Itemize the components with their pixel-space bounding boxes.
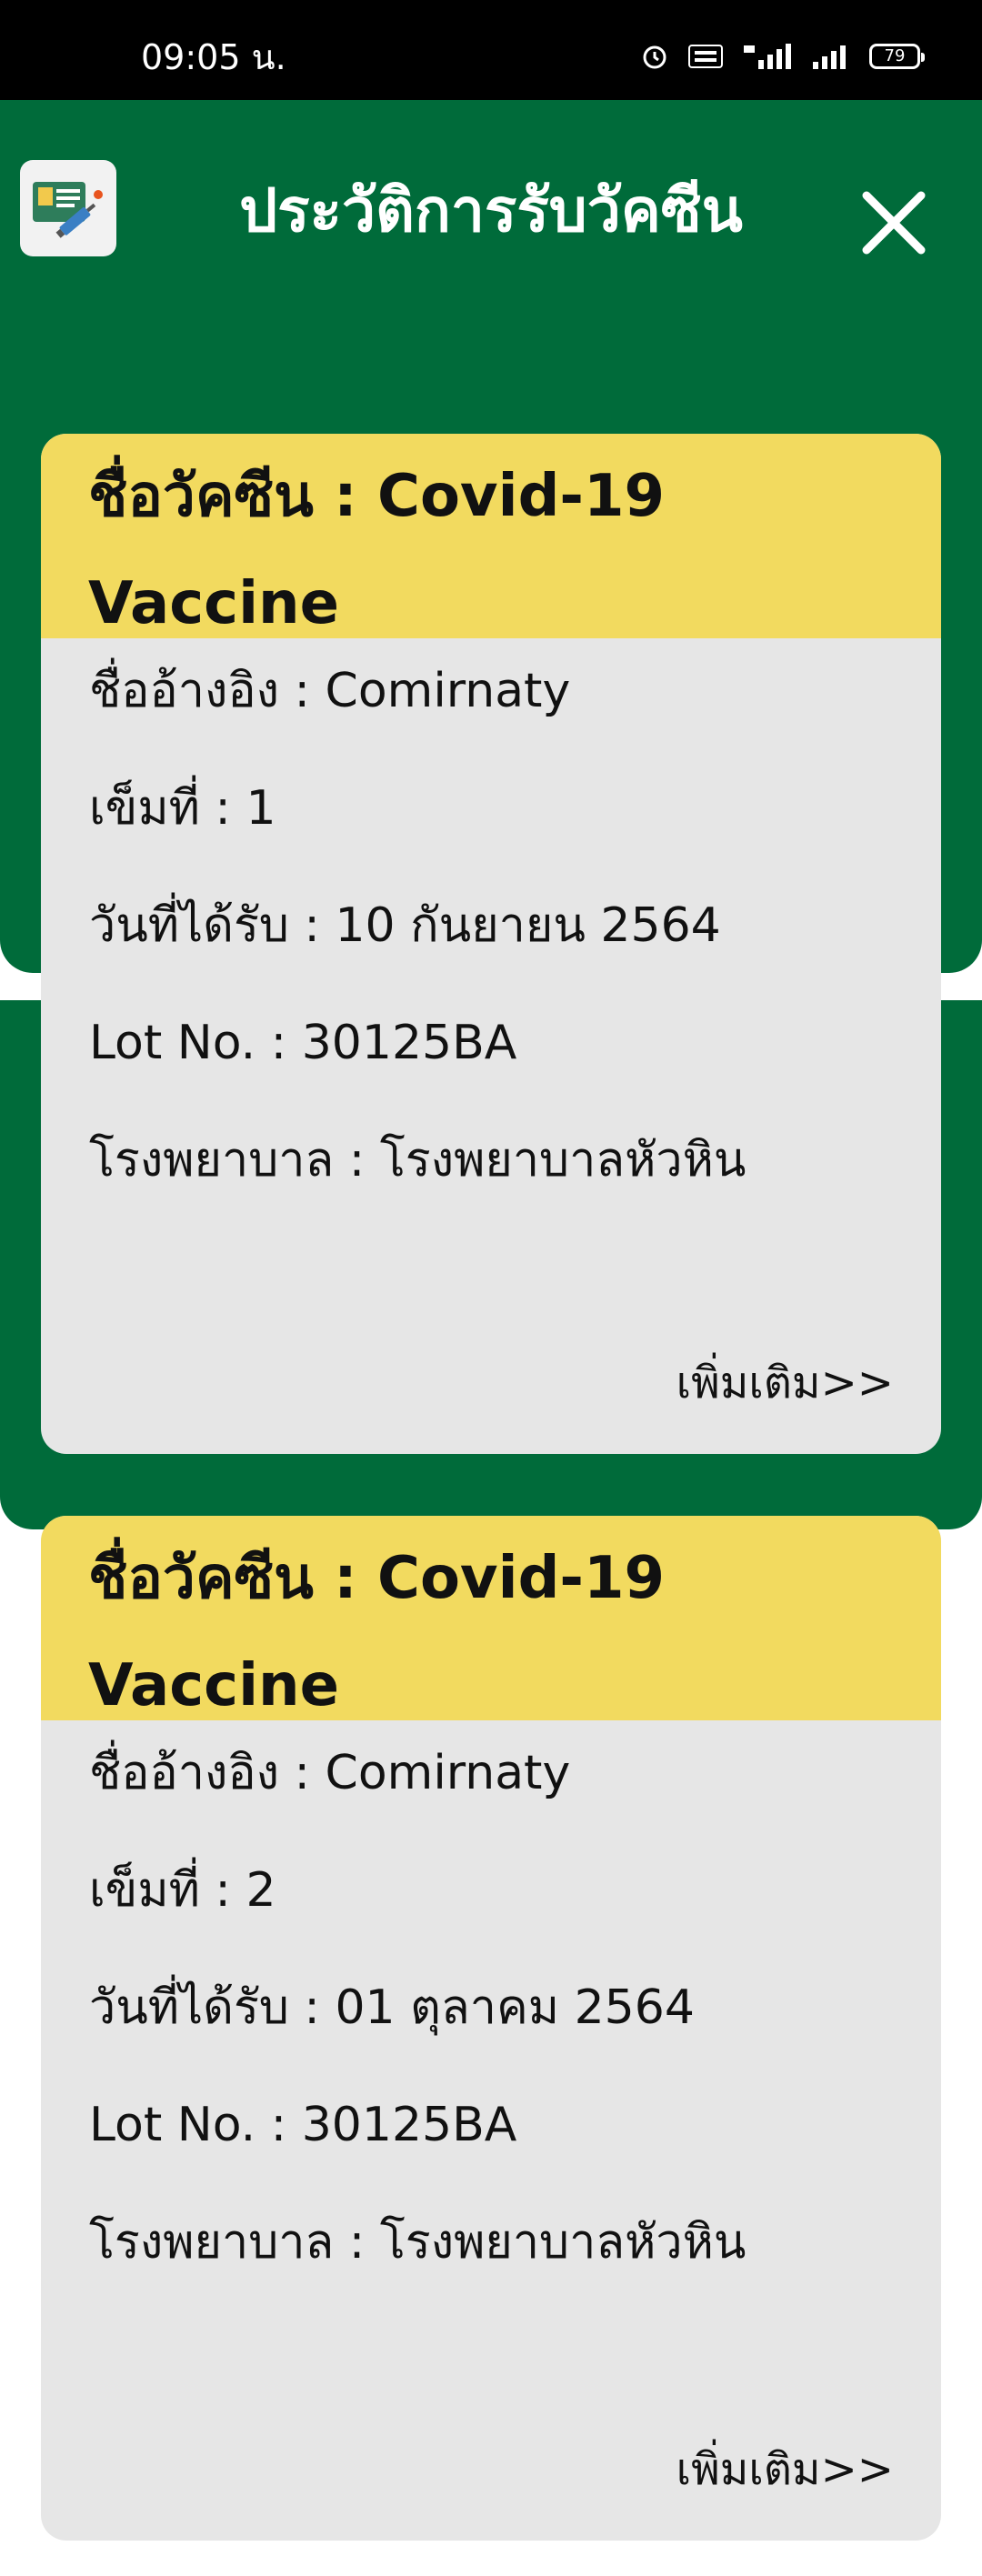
- vaccine-card: ชื่อวัคซีน : Covid-19 Vaccine ชื่ออ้างอิ…: [41, 434, 941, 1454]
- lot-number-row: Lot No. : 30125BA: [89, 2098, 517, 2152]
- vaccine-certificate-icon: [20, 160, 116, 256]
- volte-icon: [687, 42, 724, 71]
- hospital-row: โรงพยาบาล : โรงพยาบาลหัวหิน: [89, 1133, 747, 1188]
- close-button[interactable]: [853, 182, 935, 264]
- signal-4g-icon: [742, 42, 793, 71]
- reference-name-row: ชื่ออ้างอิง : Comirnaty: [89, 1746, 571, 1800]
- date-received-row: วันที่ได้รับ : 10 กันยายน 2564: [89, 898, 721, 953]
- vaccine-name-title: ชื่อวัคซีน : Covid-19 Vaccine: [88, 1545, 665, 1719]
- battery-icon: 79: [869, 44, 925, 69]
- alarm-icon: [640, 42, 669, 71]
- page-title: ประวัติการรับวัคซีน: [239, 175, 743, 246]
- more-details-link[interactable]: เพิ่มเติม>>: [676, 1348, 894, 1418]
- more-details-link[interactable]: เพิ่มเติม>>: [676, 2435, 894, 2504]
- reference-name-row: ชื่ออ้างอิง : Comirnaty: [89, 664, 571, 718]
- status-bar: 09:05 น. 79: [0, 0, 982, 100]
- vaccine-card: ชื่อวัคซีน : Covid-19 Vaccine ชื่ออ้างอิ…: [41, 1516, 941, 2541]
- card-body: ชื่ออ้างอิง : Comirnaty เข็มที่ : 2 วันท…: [41, 1720, 941, 2336]
- status-time: 09:05 น.: [141, 37, 286, 77]
- date-received-row: วันที่ได้รับ : 01 ตุลาคม 2564: [89, 1980, 695, 2035]
- dose-number-row: เข็มที่ : 2: [89, 1863, 276, 1918]
- card-header: ชื่อวัคซีน : Covid-19 Vaccine: [41, 1516, 941, 1720]
- signal-icon: [811, 42, 851, 71]
- status-icons: 79: [640, 42, 925, 71]
- card-header: ชื่อวัคซีน : Covid-19 Vaccine: [41, 434, 941, 638]
- lot-number-row: Lot No. : 30125BA: [89, 1016, 517, 1070]
- close-icon: [862, 191, 926, 255]
- dose-number-row: เข็มที่ : 1: [89, 781, 276, 836]
- vaccine-name-title: ชื่อวัคซีน : Covid-19 Vaccine: [88, 463, 665, 637]
- hospital-row: โรงพยาบาล : โรงพยาบาลหัวหิน: [89, 2215, 747, 2270]
- card-body: ชื่ออ้างอิง : Comirnaty เข็มที่ : 1 วันท…: [41, 638, 941, 1254]
